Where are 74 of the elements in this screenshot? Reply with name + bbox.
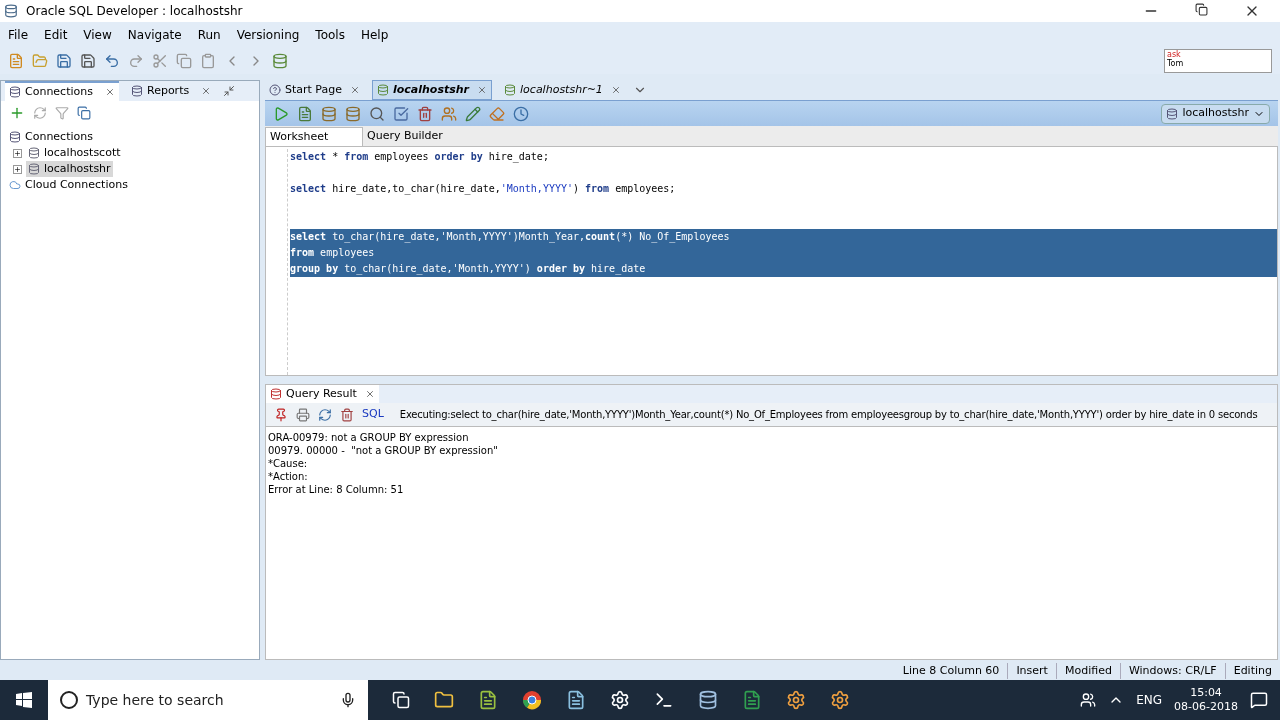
- window-title: Oracle SQL Developer : localhostshr: [26, 3, 243, 20]
- restore-icon[interactable]: [1195, 3, 1208, 16]
- worksheet-tab[interactable]: Query Builder: [363, 127, 461, 146]
- status-item: Modified: [1056, 662, 1121, 680]
- output-line: *Action:: [268, 470, 309, 483]
- pin-icon[interactable]: [274, 407, 288, 422]
- browser-icon[interactable]: [522, 690, 542, 710]
- people-icon[interactable]: [1080, 692, 1097, 708]
- add-icon[interactable]: [9, 105, 25, 121]
- code-line: select hire_date,to_char(hire_date,'Month,YYYY') from employees;: [290, 182, 677, 197]
- code-editor[interactable]: [265, 146, 1278, 376]
- database-icon: [1166, 107, 1179, 120]
- editor-tab[interactable]: localhostshr: [372, 80, 493, 100]
- start-icon[interactable]: [16, 692, 32, 708]
- output-line: ORA-00979: not a GROUP BY expression: [268, 431, 470, 444]
- database-icon: [377, 84, 389, 96]
- status-item: Windows: CR/LF: [1120, 662, 1226, 680]
- menu-item[interactable]: Help: [360, 26, 389, 44]
- tree-item[interactable]: Cloud Connections: [9, 177, 251, 193]
- status-item: Insert: [1008, 662, 1057, 680]
- print-icon[interactable]: [296, 407, 310, 422]
- notification-icon[interactable]: [1250, 691, 1268, 709]
- database-icon: [28, 147, 40, 159]
- clock-time[interactable]: 15:04: [1190, 686, 1222, 700]
- microphone-icon: [340, 692, 356, 708]
- tree-item[interactable]: Connections: [9, 129, 251, 145]
- new-icon[interactable]: [8, 53, 24, 69]
- undo-icon[interactable]: [104, 53, 120, 69]
- result-tab[interactable]: Query Result: [266, 385, 379, 403]
- eraser-icon[interactable]: [489, 105, 505, 122]
- worksheet-tab[interactable]: Worksheet: [265, 127, 363, 146]
- panel-tab[interactable]: Connections: [5, 81, 119, 101]
- folder-icon[interactable]: [434, 690, 454, 710]
- sql-link[interactable]: SQL: [362, 406, 384, 423]
- clock-date[interactable]: 08-06-2018: [1174, 700, 1238, 714]
- refresh-icon[interactable]: [318, 407, 332, 422]
- execution-message: Executing:select to_char(hire_date,'Month,YYYY')Month_Year,count(*) No_Of_Employees from employeesgroup by to_char(hire_date,'Month,YYYY') order by hire_date in 0 seconds: [399, 408, 1258, 422]
- ask-tom-field[interactable]: ask Tom: [1164, 49, 1272, 73]
- menu-item[interactable]: File: [8, 26, 29, 44]
- save-all-icon[interactable]: [80, 53, 96, 69]
- panel-tab[interactable]: Reports: [127, 81, 216, 101]
- cloud-icon: [9, 179, 21, 191]
- database-icon: [504, 84, 517, 96]
- output-line: 00979. 00000 - "not a GROUP BY expression": [268, 444, 499, 457]
- language-indicator[interactable]: ENG: [1136, 691, 1163, 709]
- status-item: Editing: [1232, 662, 1273, 679]
- code-line: select * from employees order by hire_date;: [290, 150, 550, 165]
- menu-item[interactable]: Run: [197, 26, 221, 44]
- expand-icon[interactable]: [13, 148, 22, 158]
- clear-icon[interactable]: [417, 105, 433, 122]
- help-icon: [269, 84, 281, 96]
- terminal-icon[interactable]: [654, 690, 674, 710]
- database-icon: [28, 163, 40, 175]
- cut-icon[interactable]: [152, 53, 168, 69]
- output-line: Error at Line: 8 Column: 51: [268, 483, 405, 496]
- clear-icon[interactable]: [340, 407, 354, 422]
- menu-item[interactable]: View: [83, 26, 112, 44]
- editor-tab[interactable]: localhostshr~1: [500, 80, 625, 100]
- output-line: *Cause:: [268, 457, 309, 470]
- expand-icon[interactable]: [13, 164, 22, 174]
- search-field[interactable]: Type here to search: [48, 680, 368, 720]
- gear-icon[interactable]: [610, 690, 630, 710]
- tree-item[interactable]: localhostscott: [26, 144, 123, 162]
- tree-item[interactable]: localhostshr: [26, 160, 113, 178]
- connection-select[interactable]: localhostshr: [1161, 103, 1270, 124]
- editor-tab[interactable]: Start Page: [265, 80, 364, 100]
- status-item: Line 8 Column 60: [894, 662, 1009, 680]
- paste-icon[interactable]: [200, 53, 216, 69]
- menu-item[interactable]: Tools: [315, 26, 345, 44]
- save-icon[interactable]: [56, 53, 72, 69]
- menu-item[interactable]: Edit: [44, 26, 68, 44]
- menu-item[interactable]: Versioning: [236, 26, 300, 44]
- menu-item[interactable]: Navigate: [127, 26, 182, 44]
- copy-icon[interactable]: [176, 53, 192, 69]
